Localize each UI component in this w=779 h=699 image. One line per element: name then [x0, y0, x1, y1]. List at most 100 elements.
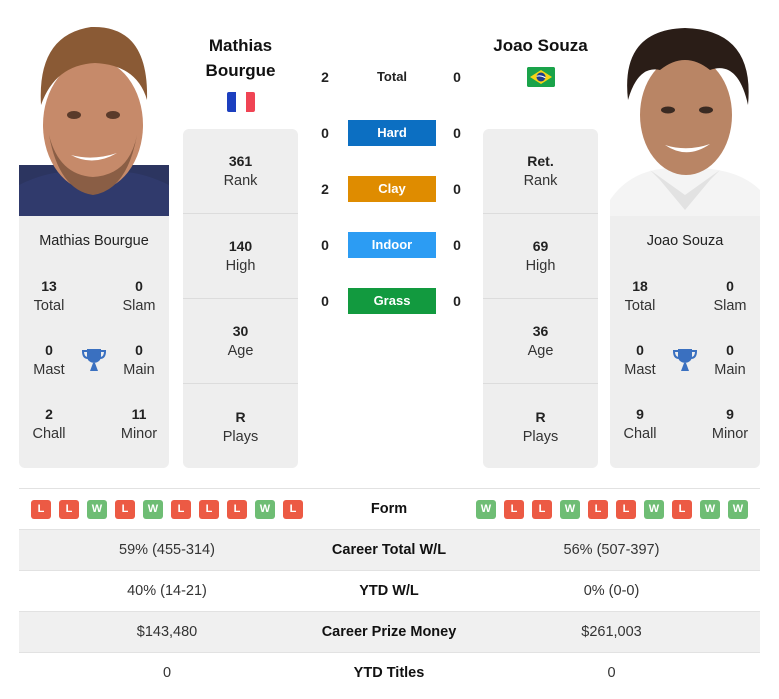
h2h-grass-row: 0 Grass 0: [310, 288, 470, 314]
form-loss-badge[interactable]: L: [616, 500, 636, 519]
table-row: 40% (14-21) YTD W/L 0% (0-0): [19, 571, 760, 612]
titles-chall: 9 Chall: [610, 404, 670, 444]
titles-total: 18 Total: [610, 276, 670, 316]
form-loss-badge[interactable]: L: [588, 500, 608, 519]
titles-chall: 2 Chall: [19, 404, 79, 444]
form-win-badge[interactable]: W: [700, 500, 720, 519]
h2h-right-value: 0: [453, 237, 461, 253]
rank-value: 361: [228, 153, 253, 169]
player1-photo: [19, 15, 169, 216]
table-row: 59% (455-314) Career Total W/L 56% (507-…: [19, 530, 760, 571]
form-loss-badge[interactable]: L: [171, 500, 191, 519]
player2-high: 69 High: [483, 214, 598, 299]
table-row: $143,480 Career Prize Money $261,003: [19, 612, 760, 653]
high-label: High: [525, 258, 556, 274]
titles-mast-label: Mast: [33, 362, 65, 378]
rank-label: Rank: [523, 173, 558, 189]
form-win-badge[interactable]: W: [143, 500, 163, 519]
h2h-left-value: 0: [321, 237, 329, 253]
trophy-icon: [672, 347, 698, 373]
player1-first-name: Mathias: [208, 36, 273, 55]
form-loss-badge[interactable]: L: [59, 500, 79, 519]
titles-chall-label: Chall: [32, 426, 66, 442]
surface-grass-badge[interactable]: Grass: [348, 288, 436, 314]
h2h-left-value: 0: [321, 293, 329, 309]
row-label: Career Total W/L: [331, 542, 447, 558]
titles-mast-value: 0: [636, 342, 644, 358]
h2h-left-value: 2: [321, 181, 329, 197]
titles-total-value: 13: [41, 278, 57, 294]
player2-titles-card: Joao Souza 18 Total 0 Slam 0 Mast 0 Main…: [610, 216, 760, 468]
form-win-badge[interactable]: W: [560, 500, 580, 519]
titles-slam-label: Slam: [713, 298, 747, 314]
titles-main: 0 Main: [109, 340, 169, 380]
h2h-hard-row: 0 Hard 0: [310, 120, 470, 146]
titles-slam-value: 0: [726, 278, 734, 294]
form-loss-badge[interactable]: L: [283, 500, 303, 519]
player2-rank: Ret. Rank: [483, 129, 598, 214]
player1-value: $143,480: [136, 624, 198, 640]
h2h-total-label: Total: [376, 69, 408, 84]
plays-value: R: [235, 408, 246, 425]
player2-age: 36 Age: [483, 299, 598, 384]
surface-clay-badge[interactable]: Clay: [348, 176, 436, 202]
titles-mast-label: Mast: [624, 362, 656, 378]
player2-plays: R Plays: [483, 384, 598, 468]
player1-high: 140 High: [183, 214, 298, 299]
row-label: YTD W/L: [359, 583, 419, 599]
row-label: YTD Titles: [353, 665, 425, 681]
h2h-right-value: 0: [453, 69, 461, 85]
titles-main-value: 0: [726, 342, 734, 358]
form-row: LLWLWLLLWL Form WLLWLLWLWW: [19, 489, 760, 530]
player1-rank: 361 Rank: [183, 129, 298, 214]
table-row: 0 YTD Titles 0: [19, 653, 760, 694]
form-win-badge[interactable]: W: [255, 500, 275, 519]
plays-label: Plays: [222, 428, 259, 445]
age-value: 30: [232, 323, 249, 339]
plays-value: R: [535, 408, 546, 425]
surface-indoor-badge[interactable]: Indoor: [348, 232, 436, 258]
player1-name-header[interactable]: Mathias Bourgue: [183, 33, 298, 83]
age-label: Age: [227, 343, 254, 359]
titles-main-value: 0: [135, 342, 143, 358]
form-win-badge[interactable]: W: [87, 500, 107, 519]
form-loss-badge[interactable]: L: [504, 500, 524, 519]
form-win-badge[interactable]: W: [476, 500, 496, 519]
player1-card-name[interactable]: Mathias Bourgue: [19, 233, 169, 249]
h2h-indoor-row: 0 Indoor 0: [310, 232, 470, 258]
h2h-left-value: 2: [321, 69, 329, 85]
form-loss-badge[interactable]: L: [199, 500, 219, 519]
trophy-icon: [81, 347, 107, 373]
form-loss-badge[interactable]: L: [115, 500, 135, 519]
form-loss-badge[interactable]: L: [227, 500, 247, 519]
titles-minor: 11 Minor: [109, 404, 169, 444]
titles-chall-value: 2: [45, 406, 53, 422]
player2-card-name[interactable]: Joao Souza: [610, 233, 760, 249]
h2h-total-row: 2 Total 0: [310, 64, 470, 90]
rank-value: Ret.: [527, 153, 554, 169]
player2-value: 56% (507-397): [563, 542, 660, 558]
plays-label: Plays: [522, 428, 559, 445]
titles-total-label: Total: [33, 298, 65, 314]
titles-minor-label: Minor: [711, 426, 749, 442]
form-loss-badge[interactable]: L: [532, 500, 552, 519]
titles-slam-label: Slam: [122, 298, 156, 314]
player2-name-header[interactable]: Joao Souza: [483, 33, 598, 58]
h2h-right-value: 0: [453, 293, 461, 309]
titles-chall-value: 9: [636, 406, 644, 422]
age-label: Age: [527, 343, 554, 359]
surface-hard-badge[interactable]: Hard: [348, 120, 436, 146]
h2h-right-value: 0: [453, 181, 461, 197]
titles-mast: 0 Mast: [19, 340, 79, 380]
player1-rank-panel: 361 Rank 140 High 30 Age R Plays: [183, 129, 298, 468]
comparison-table: LLWLWLLLWL Form WLLWLLWLWW 59% (455-314)…: [19, 488, 760, 694]
player1-value: 40% (14-21): [127, 583, 207, 599]
player2-photo: [610, 20, 760, 216]
player2-form: WLLWLLWLWW: [476, 500, 748, 519]
form-win-badge[interactable]: W: [728, 500, 748, 519]
form-win-badge[interactable]: W: [644, 500, 664, 519]
player1-last-name: Bourgue: [205, 61, 276, 80]
form-loss-badge[interactable]: L: [672, 500, 692, 519]
form-loss-badge[interactable]: L: [31, 500, 51, 519]
titles-total-value: 18: [632, 278, 648, 294]
